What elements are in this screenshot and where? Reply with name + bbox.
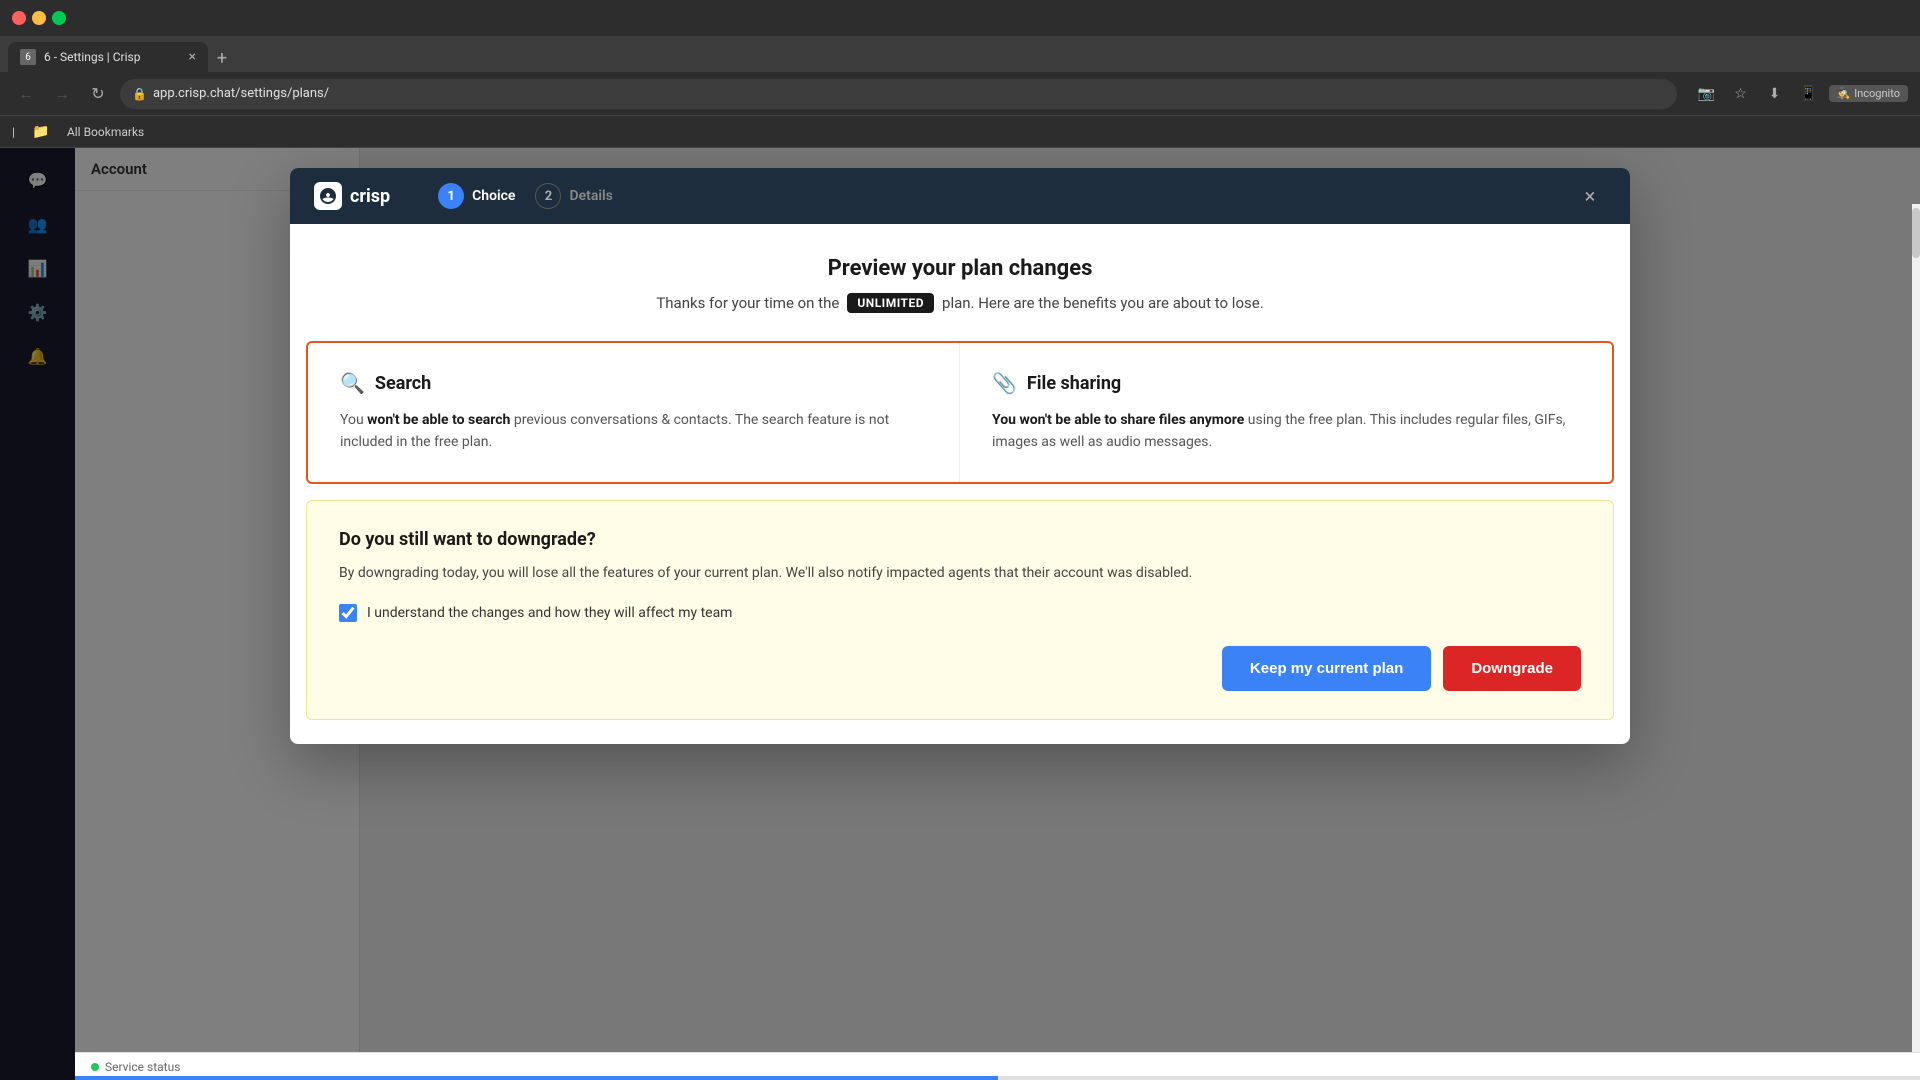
action-buttons: Keep my current plan Downgrade — [339, 646, 1581, 691]
step-1: 1 Choice — [438, 183, 515, 209]
browser-tab[interactable]: 6 6 - Settings | Crisp × — [8, 42, 208, 72]
address-bar[interactable]: 🔒 app.crisp.chat/settings/plans/ — [120, 79, 1677, 109]
features-grid: 🔍 Search You won't be able to search pre… — [308, 343, 1612, 482]
feature-search-description: You won't be able to search previous con… — [340, 409, 927, 454]
step-1-number: 1 — [438, 183, 464, 209]
features-section: 🔍 Search You won't be able to search pre… — [306, 341, 1614, 484]
tab-title: 6 - Settings | Crisp — [44, 50, 140, 64]
status-dot — [91, 1063, 99, 1071]
preview-subtitle-after: plan. Here are the benefits you are abou… — [942, 294, 1264, 312]
incognito-icon: 🕵 — [1837, 87, 1851, 100]
preview-title: Preview your plan changes — [330, 256, 1590, 281]
minimize-window-btn[interactable] — [32, 11, 46, 25]
bottom-progress-fill — [75, 1076, 998, 1080]
step-2: 2 Details — [535, 183, 612, 209]
preview-header: Preview your plan changes Thanks for you… — [290, 224, 1630, 341]
feature-filesharing-description: You won't be able to share files anymore… — [992, 409, 1580, 454]
search-icon: 🔍 — [340, 371, 365, 395]
feature-filesharing-header: 📎 File sharing — [992, 371, 1580, 395]
downgrade-description: By downgrading today, you will lose all … — [339, 562, 1581, 584]
camera-off-icon[interactable]: 📷 — [1693, 80, 1721, 108]
plan-badge: UNLIMITED — [847, 293, 934, 313]
nav-bar: ← → ↻ 🔒 app.crisp.chat/settings/plans/ 📷… — [0, 72, 1920, 116]
checkbox-row: I understand the changes and how they wi… — [339, 604, 1581, 622]
step-2-number: 2 — [535, 183, 561, 209]
checkbox-label: I understand the changes and how they wi… — [367, 605, 732, 621]
tab-favicon: 6 — [20, 49, 36, 65]
feature-search-name: Search — [375, 373, 431, 394]
page-content: 💬 👥 📊 ⚙️ 🔔 Account crisp — [0, 148, 1920, 1080]
incognito-label: Incognito — [1854, 87, 1900, 100]
bookmarks-divider: | — [12, 125, 15, 139]
nav-actions: 📷 ☆ ⬇ 📱 🕵 Incognito — [1693, 80, 1909, 108]
window-controls — [12, 11, 66, 25]
crisp-logo: crisp — [314, 182, 390, 210]
downgrade-title: Do you still want to downgrade? — [339, 529, 1581, 550]
paperclip-icon: 📎 — [992, 371, 1017, 395]
modal-close-button[interactable]: × — [1574, 180, 1606, 212]
feature-search: 🔍 Search You won't be able to search pre… — [308, 343, 960, 482]
modal-body: Preview your plan changes Thanks for you… — [290, 224, 1630, 744]
keep-plan-button[interactable]: Keep my current plan — [1222, 646, 1431, 691]
downgrade-button[interactable]: Downgrade — [1443, 646, 1581, 691]
devices-icon[interactable]: 📱 — [1795, 80, 1823, 108]
understand-checkbox[interactable] — [339, 604, 357, 622]
forward-button[interactable]: → — [48, 80, 76, 108]
feature-search-header: 🔍 Search — [340, 371, 927, 395]
preview-subtitle-before: Thanks for your time on the — [656, 294, 839, 312]
bookmarks-label: All Bookmarks — [67, 125, 144, 139]
browser-chrome: 6 6 - Settings | Crisp × + ← → ↻ 🔒 app.c… — [0, 0, 1920, 148]
title-bar — [0, 0, 1920, 36]
bottom-progress-bar — [75, 1076, 1920, 1080]
reload-button[interactable]: ↻ — [84, 80, 112, 108]
preview-subtitle: Thanks for your time on the UNLIMITED pl… — [330, 293, 1590, 313]
status-text: Service status — [105, 1060, 180, 1074]
close-window-btn[interactable] — [12, 11, 26, 25]
lock-icon: 🔒 — [132, 87, 147, 101]
downgrade-section: Do you still want to downgrade? By downg… — [306, 500, 1614, 720]
back-button[interactable]: ← — [12, 80, 40, 108]
modal-dialog: crisp 1 Choice 2 Details × — [290, 168, 1630, 744]
feature-filesharing-name: File sharing — [1027, 373, 1121, 394]
crisp-logo-text: crisp — [350, 186, 390, 207]
modal-overlay: crisp 1 Choice 2 Details × — [0, 148, 1920, 1080]
step-2-label: Details — [569, 188, 612, 204]
modal-header: crisp 1 Choice 2 Details × — [290, 168, 1630, 224]
modal-steps: 1 Choice 2 Details — [438, 183, 613, 209]
incognito-badge: 🕵 Incognito — [1829, 85, 1909, 102]
star-icon[interactable]: ☆ — [1727, 80, 1755, 108]
step-1-label: Choice — [472, 188, 515, 204]
crisp-logo-icon — [314, 182, 342, 210]
tab-close-btn[interactable]: × — [189, 49, 196, 65]
bookmarks-icon: 📁 — [27, 118, 55, 146]
download-icon[interactable]: ⬇ — [1761, 80, 1789, 108]
tab-bar: 6 6 - Settings | Crisp × + — [0, 36, 1920, 72]
new-tab-button[interactable]: + — [208, 44, 236, 72]
bookmarks-bar: | 📁 All Bookmarks — [0, 116, 1920, 148]
feature-filesharing: 📎 File sharing You won't be able to shar… — [960, 343, 1612, 482]
maximize-window-btn[interactable] — [52, 11, 66, 25]
url-text: app.crisp.chat/settings/plans/ — [153, 86, 329, 101]
